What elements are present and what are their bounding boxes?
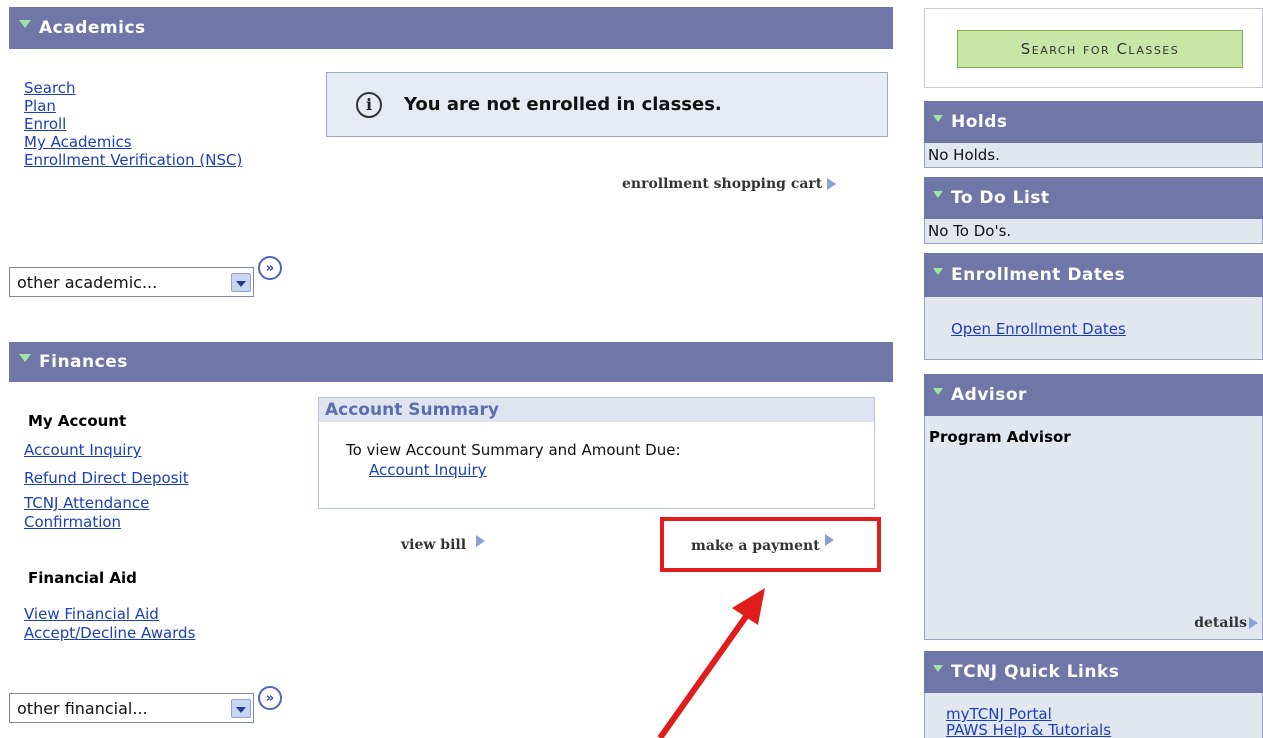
- link-search[interactable]: Search: [24, 79, 76, 97]
- link-account-inquiry[interactable]: Account Inquiry: [24, 441, 142, 459]
- info-icon: i: [356, 91, 382, 118]
- academic-select-value: other academic...: [17, 272, 158, 292]
- link-enrollment-verification[interactable]: Enrollment Verification (NSC): [24, 151, 242, 169]
- paws-help-link[interactable]: PAWS Help & Tutorials: [946, 721, 1111, 738]
- academic-select[interactable]: other academic...: [9, 267, 254, 297]
- link-accept-decline-awards[interactable]: Accept/Decline Awards: [24, 624, 195, 642]
- advisor-title: Advisor: [951, 385, 1027, 405]
- link-tcnj-attendance[interactable]: TCNJ Attendance: [24, 494, 149, 512]
- not-enrolled-message: i You are not enrolled in classes.: [326, 72, 888, 137]
- todo-body: No To Do's.: [924, 219, 1263, 244]
- collapse-triangle-icon[interactable]: [19, 20, 31, 28]
- collapse-triangle-icon[interactable]: [933, 190, 943, 198]
- view-bill-label: view bill: [401, 537, 467, 553]
- financial-select[interactable]: other financial...: [9, 693, 254, 723]
- summary-account-inquiry-link[interactable]: Account Inquiry: [369, 461, 487, 479]
- account-summary-title: Account Summary: [319, 398, 874, 422]
- financial-select-value: other financial...: [17, 698, 148, 718]
- academic-go-button[interactable]: »: [258, 256, 282, 280]
- todo-title: To Do List: [951, 188, 1050, 208]
- search-for-classes-button[interactable]: Search for Classes: [957, 30, 1243, 68]
- holds-body: No Holds.: [924, 143, 1263, 168]
- collapse-triangle-icon[interactable]: [19, 354, 31, 362]
- open-enrollment-dates-link[interactable]: Open Enrollment Dates: [951, 320, 1126, 338]
- info-message-text: You are not enrolled in classes.: [404, 94, 722, 115]
- program-advisor-label: Program Advisor: [929, 428, 1071, 446]
- chevron-down-icon[interactable]: [231, 699, 251, 718]
- advisor-details-label: details: [1194, 615, 1247, 631]
- quick-links-title: TCNJ Quick Links: [951, 662, 1120, 682]
- enrollment-dates-header[interactable]: Enrollment Dates: [924, 253, 1263, 297]
- account-links: Account Inquiry Refund Direct Deposit TC…: [24, 441, 189, 532]
- account-summary-box: Account Summary To view Account Summary …: [318, 397, 875, 509]
- collapse-triangle-icon[interactable]: [933, 664, 943, 672]
- collapse-triangle-icon[interactable]: [933, 387, 943, 395]
- my-account-label: My Account: [28, 412, 127, 430]
- todo-text: No To Do's.: [928, 222, 1012, 240]
- red-arrow-annotation: [657, 588, 765, 738]
- enrollment-dates-title: Enrollment Dates: [951, 265, 1126, 285]
- quick-links-body: myTCNJ Portal PAWS Help & Tutorials: [924, 693, 1263, 738]
- academics-header[interactable]: Academics: [9, 7, 893, 49]
- finances-header-title: Finances: [39, 352, 128, 372]
- advisor-details-link[interactable]: details: [1194, 615, 1258, 631]
- arrow-right-icon: [1249, 617, 1258, 629]
- arrow-right-icon: [476, 535, 486, 547]
- link-my-academics[interactable]: My Academics: [24, 133, 132, 151]
- quick-links-header[interactable]: TCNJ Quick Links: [924, 651, 1263, 693]
- link-plan[interactable]: Plan: [24, 97, 56, 115]
- enrollment-dates-body: Open Enrollment Dates: [924, 297, 1263, 360]
- aid-links: View Financial Aid Accept/Decline Awards: [24, 605, 195, 643]
- link-enroll[interactable]: Enroll: [24, 115, 66, 133]
- collapse-triangle-icon[interactable]: [933, 114, 943, 122]
- arrow-right-icon: [827, 178, 837, 190]
- account-summary-text: To view Account Summary and Amount Due:: [346, 441, 681, 459]
- collapse-triangle-icon[interactable]: [933, 267, 943, 275]
- holds-text: No Holds.: [928, 146, 1000, 164]
- academics-header-title: Academics: [39, 18, 146, 38]
- enrollment-cart-link[interactable]: enrollment shopping cart: [622, 176, 837, 192]
- todo-header[interactable]: To Do List: [924, 177, 1263, 219]
- holds-header[interactable]: Holds: [924, 101, 1263, 143]
- view-bill-link[interactable]: view bill: [401, 535, 486, 553]
- highlight-box: [660, 517, 881, 572]
- financial-aid-label: Financial Aid: [28, 569, 137, 587]
- link-view-financial-aid[interactable]: View Financial Aid: [24, 605, 159, 623]
- chevron-down-icon[interactable]: [231, 273, 251, 292]
- academics-links: Search Plan Enroll My Academics Enrollme…: [24, 79, 242, 169]
- holds-title: Holds: [951, 112, 1008, 132]
- enrollment-cart-label: enrollment shopping cart: [622, 176, 823, 192]
- finances-header[interactable]: Finances: [9, 342, 893, 382]
- advisor-body: Program Advisor details: [924, 416, 1263, 640]
- advisor-header[interactable]: Advisor: [924, 374, 1263, 416]
- link-refund-direct-deposit[interactable]: Refund Direct Deposit: [24, 469, 189, 487]
- financial-go-button[interactable]: »: [258, 686, 282, 710]
- link-tcnj-attendance-confirmation[interactable]: Confirmation: [24, 513, 121, 531]
